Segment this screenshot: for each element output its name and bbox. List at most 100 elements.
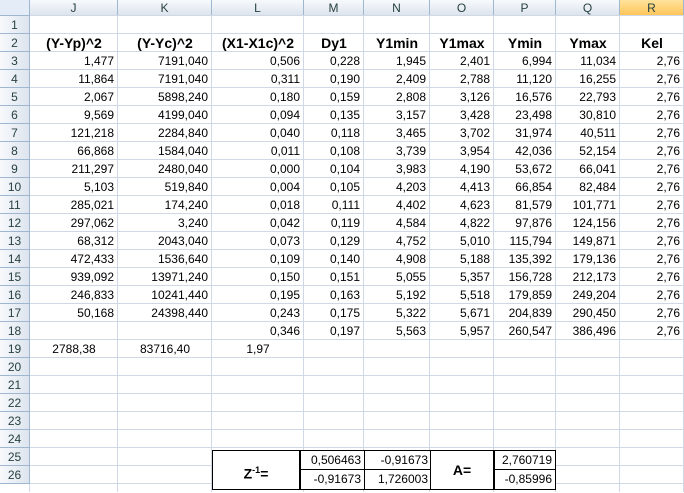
table-cell[interactable]: 2,76 [620,322,684,340]
table-cell[interactable]: 5,192 [364,286,430,304]
column-title[interactable]: Ymin [494,34,556,52]
table-cell[interactable]: 13971,240 [118,268,212,286]
row-header-7[interactable]: 7 [0,124,30,142]
table-cell[interactable]: 11,864 [30,70,118,88]
table-cell[interactable]: 3,954 [430,142,494,160]
table-cell[interactable]: 5,671 [430,304,494,322]
column-title[interactable]: (Y-Yp)^2 [30,34,118,52]
table-cell[interactable]: 0,346 [212,322,304,340]
table-cell[interactable]: 4,584 [364,214,430,232]
column-title[interactable]: Dy1 [304,34,364,52]
table-cell[interactable]: 4,402 [364,196,430,214]
table-cell[interactable]: 24398,440 [118,304,212,322]
table-cell[interactable]: 297,062 [30,214,118,232]
row-header-2[interactable]: 2 [0,34,30,52]
table-cell[interactable]: 1584,040 [118,142,212,160]
column-header-p[interactable]: P [494,0,556,16]
row-header-21[interactable]: 21 [0,376,30,394]
table-cell[interactable]: 5,322 [364,304,430,322]
column-title[interactable]: Y1min [364,34,430,52]
table-cell[interactable]: 3,983 [364,160,430,178]
table-cell[interactable]: 4,203 [364,178,430,196]
table-cell[interactable]: 5,357 [430,268,494,286]
table-cell[interactable]: 52,154 [556,142,620,160]
table-cell[interactable]: 0,042 [212,214,304,232]
column-header-j[interactable]: J [30,0,118,16]
row-header-23[interactable]: 23 [0,412,30,430]
row-header-9[interactable]: 9 [0,160,30,178]
row-header-20[interactable]: 20 [0,358,30,376]
column-header-l[interactable]: L [212,0,304,16]
table-cell[interactable]: 53,672 [494,160,556,178]
column-title[interactable]: Ymax [556,34,620,52]
table-cell[interactable]: 4,623 [430,196,494,214]
table-cell[interactable]: 246,833 [30,286,118,304]
table-cell[interactable]: 0,073 [212,232,304,250]
table-cell[interactable]: 5898,240 [118,88,212,106]
table-cell[interactable]: 101,771 [556,196,620,214]
table-cell[interactable]: 1,945 [364,52,430,70]
table-cell[interactable]: 149,871 [556,232,620,250]
row-header-4[interactable]: 4 [0,70,30,88]
table-cell[interactable]: 2480,040 [118,160,212,178]
row-header-18[interactable]: 18 [0,322,30,340]
table-cell[interactable]: 0,111 [304,196,364,214]
table-cell[interactable]: 2,76 [620,286,684,304]
table-cell[interactable]: 260,547 [494,322,556,340]
table-cell[interactable]: 115,794 [494,232,556,250]
z-matrix-cell[interactable]: -0,91673 [301,470,365,489]
table-cell[interactable]: 3,428 [430,106,494,124]
table-cell[interactable]: 31,974 [494,124,556,142]
table-cell[interactable]: 82,484 [556,178,620,196]
table-cell[interactable]: 3,240 [118,214,212,232]
total-cell[interactable]: 83716,40 [118,340,212,358]
table-cell[interactable]: 0,119 [304,214,364,232]
table-cell[interactable]: 2043,040 [118,232,212,250]
table-cell[interactable]: 30,810 [556,106,620,124]
table-cell[interactable]: 2,76 [620,124,684,142]
column-header-k[interactable]: K [118,0,212,16]
table-cell[interactable]: 50,168 [30,304,118,322]
table-cell[interactable]: 204,839 [494,304,556,322]
table-cell[interactable]: 0,180 [212,88,304,106]
row-header-25[interactable]: 25 [0,448,30,466]
table-cell[interactable]: 22,793 [556,88,620,106]
table-cell[interactable]: 2,76 [620,160,684,178]
column-title[interactable]: Y1max [430,34,494,52]
row-header-26[interactable]: 26 [0,466,30,484]
table-cell[interactable] [118,322,212,340]
table-cell[interactable]: 1536,640 [118,250,212,268]
column-title[interactable]: (Y-Yc)^2 [118,34,212,52]
column-title[interactable]: Kel [620,34,684,52]
table-cell[interactable]: 5,010 [430,232,494,250]
z-matrix-cell[interactable]: 1,726003 [365,470,431,489]
table-cell[interactable]: 7191,040 [118,52,212,70]
table-cell[interactable]: 0,195 [212,286,304,304]
table-cell[interactable]: 2,76 [620,250,684,268]
row-header-8[interactable]: 8 [0,142,30,160]
table-cell[interactable]: 2,76 [620,106,684,124]
table-cell[interactable]: 3,157 [364,106,430,124]
z-matrix-cell[interactable]: 0,506463 [301,451,365,470]
table-cell[interactable]: 2,409 [364,70,430,88]
table-cell[interactable]: 2,76 [620,268,684,286]
table-cell[interactable]: 0,104 [304,160,364,178]
a-vector-cell[interactable]: 2,760719 [495,451,555,470]
row-header-17[interactable]: 17 [0,304,30,322]
table-cell[interactable]: 0,175 [304,304,364,322]
table-cell[interactable]: 40,511 [556,124,620,142]
table-cell[interactable]: 212,173 [556,268,620,286]
table-cell[interactable]: 0,150 [212,268,304,286]
table-cell[interactable]: 124,156 [556,214,620,232]
table-cell[interactable]: 0,094 [212,106,304,124]
table-cell[interactable]: 2,76 [620,178,684,196]
table-cell[interactable]: 249,204 [556,286,620,304]
table-cell[interactable]: 0,135 [304,106,364,124]
table-cell[interactable]: 0,197 [304,322,364,340]
table-cell[interactable]: 0,190 [304,70,364,88]
total-cell[interactable]: 2788,38 [30,340,118,358]
table-cell[interactable]: 0,108 [304,142,364,160]
table-cell[interactable]: 939,092 [30,268,118,286]
table-cell[interactable]: 179,136 [556,250,620,268]
table-cell[interactable]: 11,034 [556,52,620,70]
